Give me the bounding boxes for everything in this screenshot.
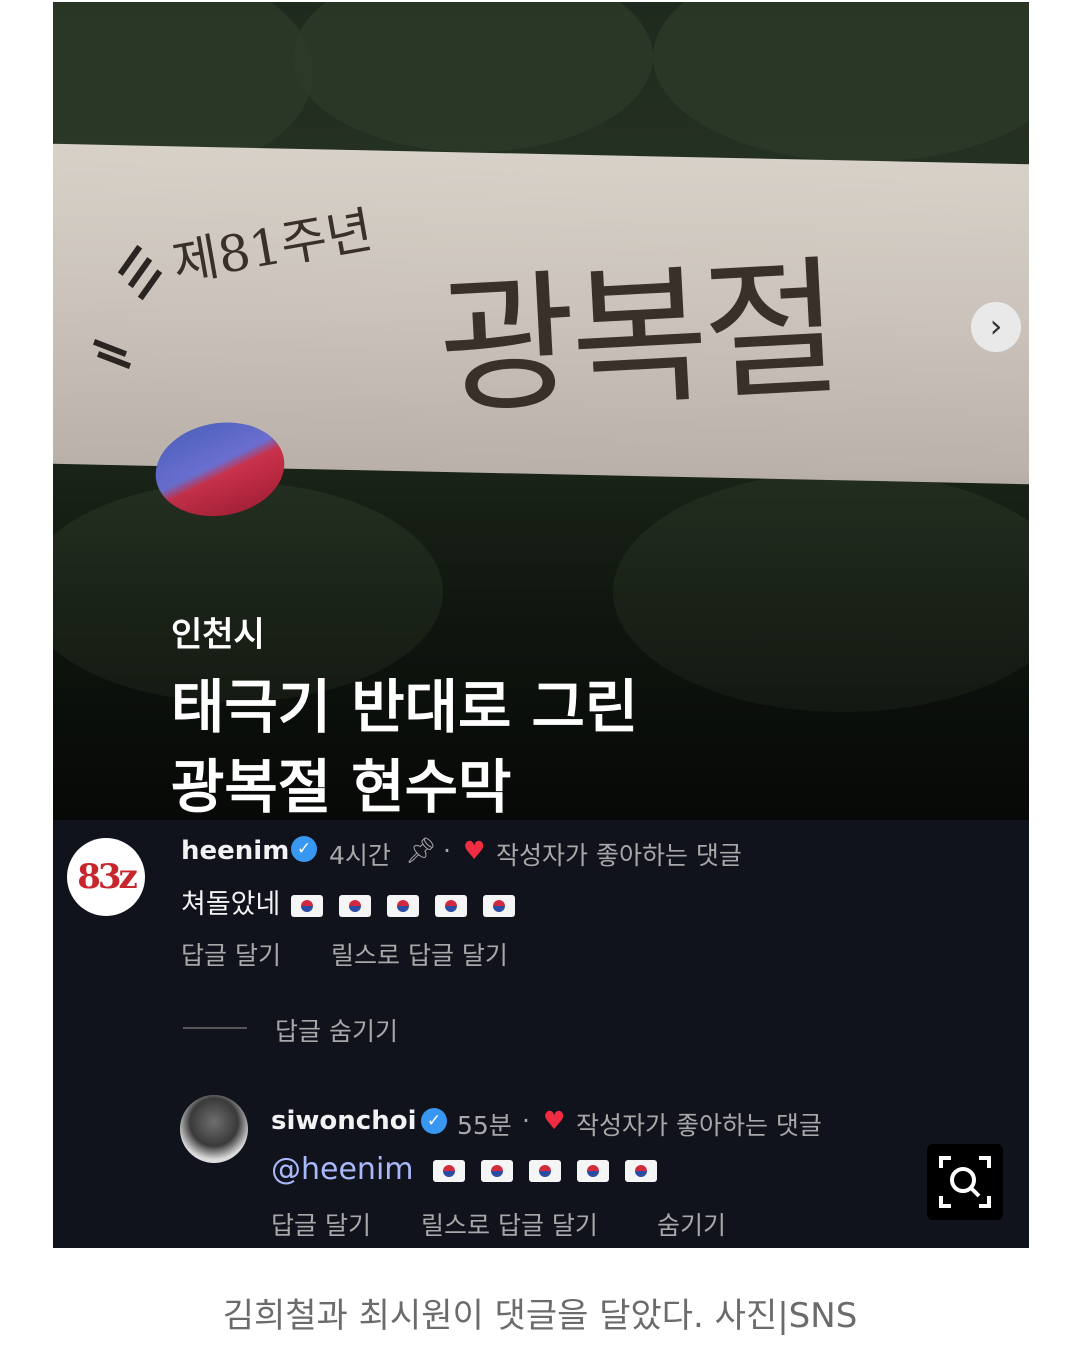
verified-badge-icon: ✓	[291, 836, 317, 862]
comment-text: 쳐돌았네	[181, 882, 515, 921]
comment-text-body: 쳐돌았네	[181, 889, 281, 920]
avatar[interactable]: 83z	[67, 838, 145, 916]
comment-username[interactable]: heenim	[181, 836, 289, 866]
post-photo[interactable]: 제81주년 광복절 › 인천시 태극기 반대로 그린 광복절 현수막	[53, 2, 1029, 820]
chevron-right-icon[interactable]: ›	[971, 302, 1021, 352]
comment-username[interactable]: siwonchoi	[271, 1106, 416, 1136]
banner-big-text: 광복절	[434, 241, 840, 437]
verified-badge-icon: ✓	[421, 1108, 447, 1134]
south-korea-flag-icon	[481, 1159, 514, 1182]
south-korea-flag-icon	[577, 1159, 610, 1182]
divider	[183, 1027, 247, 1029]
foliage	[653, 2, 1029, 162]
separator-dot: ·	[443, 836, 451, 865]
reels-reply-button[interactable]: 릴스로 답글 달기	[421, 1206, 598, 1242]
caption-headline-line1: 태극기 반대로 그린	[171, 673, 639, 741]
reels-reply-button[interactable]: 릴스로 답글 달기	[331, 936, 508, 972]
caption-city: 인천시	[171, 615, 265, 655]
reply-button[interactable]: 답글 달기	[271, 1206, 371, 1242]
south-korea-flag-icon	[338, 894, 371, 917]
mention-link[interactable]: @heenim	[271, 1152, 414, 1187]
separator-dot: ·	[522, 1106, 530, 1135]
heart-icon: ♥	[463, 836, 486, 865]
liked-by-author-label: 작성자가 좋아하는 댓글	[576, 1111, 822, 1140]
hide-replies-button[interactable]: 답글 숨기기	[275, 1012, 398, 1048]
comment-time: 4시간	[329, 841, 391, 870]
south-korea-flag-icon	[433, 1159, 466, 1182]
south-korea-flag-icon	[625, 1159, 658, 1182]
screenshot-frame: 제81주년 광복절 › 인천시 태극기 반대로 그린 광복절 현수막 83z h…	[53, 2, 1029, 1248]
south-korea-flag-icon	[482, 894, 515, 917]
comment-time: 55분	[457, 1111, 512, 1140]
pin-icon: 📌︎	[405, 836, 437, 865]
south-korea-flag-icon	[290, 894, 323, 917]
south-korea-flag-icon	[386, 894, 419, 917]
reply-button[interactable]: 답글 달기	[181, 936, 281, 972]
liked-by-author-label: 작성자가 좋아하는 댓글	[496, 841, 742, 870]
image-caption: 김희철과 최시원이 댓글을 달았다. 사진|SNS	[222, 1296, 858, 1336]
avatar[interactable]	[180, 1095, 248, 1163]
south-korea-flag-icon	[529, 1159, 562, 1182]
hide-button[interactable]: 숨기기	[657, 1206, 726, 1242]
south-korea-flag-icon	[434, 894, 467, 917]
comment-text: @heenim	[271, 1152, 658, 1187]
heart-icon: ♥	[543, 1106, 566, 1135]
caption-headline-line2: 광복절 현수막	[171, 753, 512, 820]
visual-search-icon[interactable]	[927, 1144, 1003, 1220]
foliage	[293, 2, 653, 152]
